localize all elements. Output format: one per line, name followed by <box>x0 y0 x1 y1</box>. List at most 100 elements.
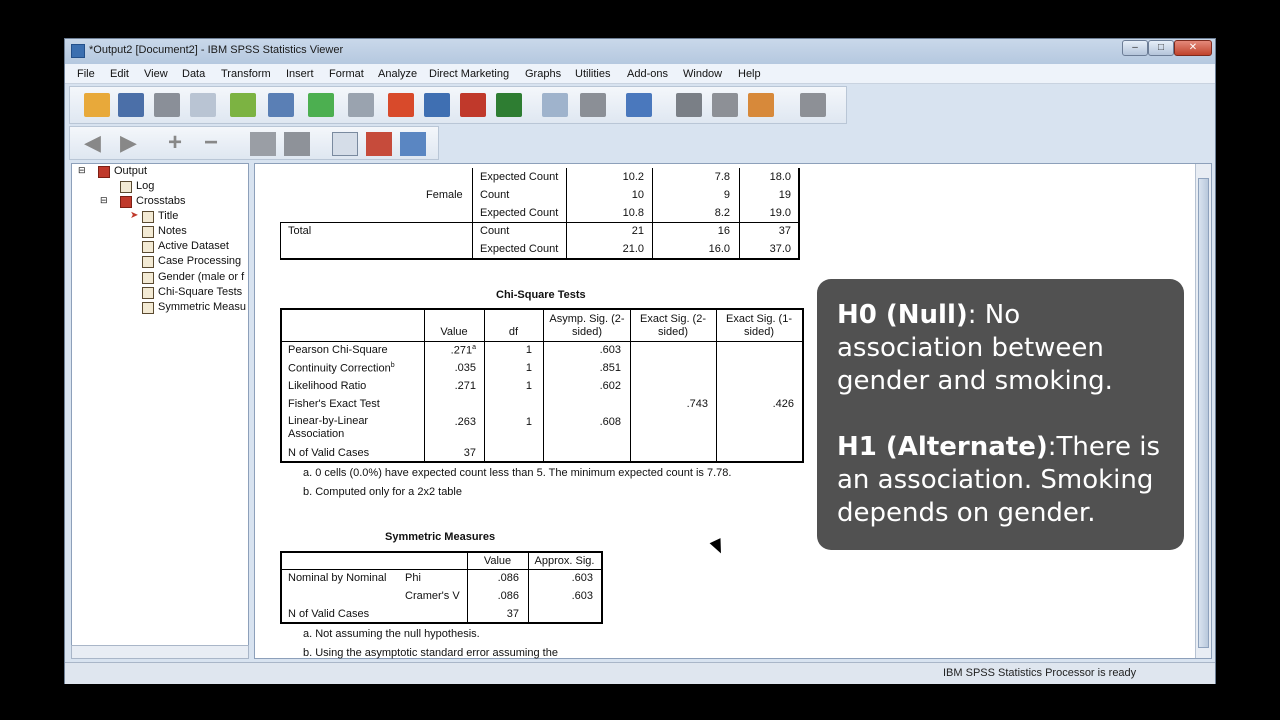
sym-row-1-value: .086 <box>497 572 519 584</box>
insert-heading-icon[interactable] <box>332 132 358 156</box>
chi-header-asymp: Asymp. Sig. (2-sided) <box>549 313 625 338</box>
output-navigator: ⊟ Output Log ⊟ Crosstabs ➤ Title Notes A… <box>71 163 249 659</box>
nav-item-chi-square[interactable]: Chi-Square Tests <box>158 286 242 298</box>
nav-item-title[interactable]: Title <box>158 210 178 222</box>
h0-label: H0 (Null) <box>837 300 968 330</box>
menu-direct-marketing[interactable]: Direct Marketing <box>429 68 509 80</box>
export-icon[interactable] <box>230 93 256 117</box>
sym-row-2-sig: .603 <box>571 590 593 602</box>
chi-row-likelihood-df: 1 <box>525 380 532 392</box>
nav-item-output[interactable]: Output <box>114 165 147 177</box>
crosstab-row-4-group: Total <box>288 225 312 237</box>
create-edit-icon[interactable] <box>712 93 738 117</box>
goto-data-icon[interactable] <box>388 93 414 117</box>
goto-case-icon[interactable] <box>424 93 450 117</box>
menu-add-ons[interactable]: Add-ons <box>627 68 668 80</box>
menu-window[interactable]: Window <box>683 68 722 80</box>
crosstab-row-4-v2: 16 <box>717 225 730 237</box>
expand-icon[interactable]: + <box>168 131 194 156</box>
navigator-horizontal-scrollbar[interactable] <box>71 645 249 659</box>
chi-row-fisher-label: Fisher's Exact Test <box>288 398 380 410</box>
menu-utilities[interactable]: Utilities <box>575 68 610 80</box>
gender-table-icon <box>142 272 154 284</box>
collapse-icon[interactable]: − <box>204 131 230 156</box>
menu-graphs[interactable]: Graphs <box>525 68 561 80</box>
save-icon[interactable] <box>118 93 144 117</box>
nav-item-crosstabs[interactable]: Crosstabs <box>136 195 186 207</box>
chi-row-n-label: N of Valid Cases <box>288 447 370 459</box>
chi-row-pearson-value: .271a <box>450 344 476 357</box>
tree-collapse-toggle-crosstabs[interactable]: ⊟ <box>100 195 108 206</box>
insert-text-icon[interactable] <box>400 132 426 156</box>
chi-row-continuity-value: .035 <box>454 362 476 374</box>
print-preview-icon[interactable] <box>190 93 216 117</box>
chi-row-likelihood-value: .271 <box>454 380 476 392</box>
hide-icon[interactable] <box>284 132 310 156</box>
chi-row-linear-df: 1 <box>525 416 532 428</box>
chi-header-exact2: Exact Sig. (2-sided) <box>639 313 707 338</box>
goto-variable-icon[interactable] <box>460 93 486 117</box>
window-title: *Output2 [Document2] - IBM SPSS Statisti… <box>89 44 344 56</box>
nav-item-symmetric[interactable]: Symmetric Measu <box>158 301 246 313</box>
crosstab-row-5-v1: 21.0 <box>622 243 644 255</box>
show-icon[interactable] <box>250 132 276 156</box>
nav-item-log[interactable]: Log <box>136 180 154 192</box>
menu-bar: File Edit View Data Transform Insert For… <box>65 64 1215 84</box>
close-button[interactable]: ✕ <box>1174 40 1212 56</box>
sym-row-1-group: Nominal by Nominal <box>288 572 387 584</box>
symmetric-title: Symmetric Measures <box>385 531 496 543</box>
chi-row-n-value: 37 <box>463 447 476 459</box>
undo-icon[interactable] <box>308 93 334 117</box>
back-arrow-icon[interactable]: ◀ <box>84 132 110 156</box>
menu-transform[interactable]: Transform <box>221 68 271 80</box>
menu-data[interactable]: Data <box>182 68 205 80</box>
crosstab-row-1-v3: 18.0 <box>769 171 791 183</box>
active-dataset-icon <box>142 241 154 253</box>
crosstab-row-2-v3: 19 <box>778 189 791 201</box>
menu-file[interactable]: File <box>77 68 95 80</box>
nav-item-gender[interactable]: Gender (male or f <box>158 271 244 283</box>
menu-analyze[interactable]: Analyze <box>378 68 417 80</box>
show-all-variables-icon[interactable] <box>580 93 606 117</box>
nav-item-case-processing[interactable]: Case Processing <box>158 255 241 267</box>
use-sets-icon[interactable] <box>542 93 568 117</box>
chi-row-pearson-df: 1 <box>525 344 532 356</box>
menu-format[interactable]: Format <box>329 68 364 80</box>
h1-statement: H1 (Alternate):There is an association. … <box>837 431 1164 530</box>
hypothesis-overlay: H0 (Null): No association between gender… <box>817 279 1184 550</box>
promote-icon[interactable] <box>800 93 826 117</box>
tree-collapse-toggle[interactable]: ⊟ <box>78 165 86 176</box>
crosstab-row-1-v2: 7.8 <box>714 171 730 183</box>
sym-row-3-value: 37 <box>506 608 519 620</box>
recall-dialog-icon[interactable] <box>268 93 294 117</box>
open-folder-icon[interactable] <box>84 93 110 117</box>
redo-icon[interactable] <box>348 93 374 117</box>
scrollbar-thumb[interactable] <box>1198 178 1209 648</box>
chi-row-linear-value: .263 <box>454 416 476 428</box>
sym-row-3-group: N of Valid Cases <box>288 608 370 620</box>
menu-help[interactable]: Help <box>738 68 761 80</box>
vertical-scrollbar[interactable] <box>1195 164 1211 658</box>
crosstab-row-5-v2: 16.0 <box>708 243 730 255</box>
sym-row-1-sig: .603 <box>571 572 593 584</box>
maximize-button[interactable]: □ <box>1148 40 1174 56</box>
menu-view[interactable]: View <box>144 68 168 80</box>
variables-icon[interactable] <box>496 93 522 117</box>
chi-row-likelihood-label: Likelihood Ratio <box>288 380 367 392</box>
run-script-icon[interactable] <box>748 93 774 117</box>
main-toolbar <box>69 86 847 124</box>
designate-window-icon[interactable] <box>676 93 702 117</box>
chi-row-pearson-asymp: .603 <box>599 344 621 356</box>
forward-arrow-icon[interactable]: ▶ <box>120 132 146 156</box>
nav-item-notes[interactable]: Notes <box>158 225 187 237</box>
menu-edit[interactable]: Edit <box>110 68 129 80</box>
minimize-button[interactable]: ‒ <box>1122 40 1148 56</box>
insert-title-icon[interactable] <box>366 132 392 156</box>
output-book-icon <box>98 166 110 178</box>
print-icon[interactable] <box>154 93 180 117</box>
menu-insert[interactable]: Insert <box>286 68 314 80</box>
crosstab-row-3-stat: Expected Count <box>480 207 559 219</box>
nav-item-active-dataset[interactable]: Active Dataset <box>158 240 229 252</box>
crosstab-row-1-v1: 10.2 <box>622 171 644 183</box>
spelling-icon[interactable] <box>626 93 652 117</box>
